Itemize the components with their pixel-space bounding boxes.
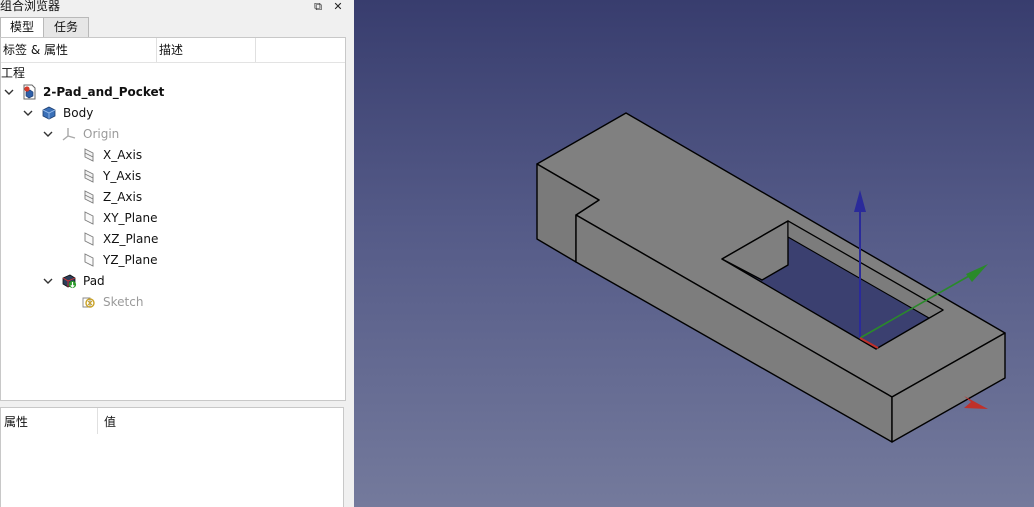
axis-icon bbox=[84, 169, 94, 183]
tree-item-y-axis[interactable]: Y_Axis bbox=[1, 166, 345, 187]
tree-item-label: Body bbox=[63, 106, 94, 120]
tree-header: 标签 & 属性 描述 bbox=[1, 38, 345, 63]
chevron-down-icon[interactable] bbox=[42, 128, 54, 140]
combo-view-panel: 组合浏览器 ⧉ ✕ 模型 任务 标签 & 属性 描述 工程 2-Pad_and_… bbox=[0, 0, 350, 507]
y-axis-arrow-icon bbox=[966, 264, 988, 282]
tree-item-label: Sketch bbox=[103, 295, 144, 309]
tree-item-label: X_Axis bbox=[103, 148, 143, 162]
tree-item-xz-plane[interactable]: XZ_Plane bbox=[1, 229, 345, 250]
tree-item-body[interactable]: Body bbox=[1, 103, 345, 124]
tree-item-x-axis[interactable]: X_Axis bbox=[1, 145, 345, 166]
tree-item-label: Pad bbox=[83, 274, 105, 288]
tree-item-document[interactable]: 2-Pad_and_Pocket bbox=[1, 82, 345, 103]
model-tree: 标签 & 属性 描述 工程 2-Pad_and_Pocket Body Orig… bbox=[0, 37, 346, 401]
origin-icon bbox=[62, 128, 76, 141]
panel-splitter[interactable] bbox=[0, 402, 346, 406]
tree-item-z-axis[interactable]: Z_Axis bbox=[1, 187, 345, 208]
plane-icon bbox=[84, 253, 94, 267]
combo-view-titlebar: 组合浏览器 ⧉ ✕ bbox=[0, 0, 350, 17]
freecad-window: 组合浏览器 ⧉ ✕ 模型 任务 标签 & 属性 描述 工程 2-Pad_and_… bbox=[0, 0, 1034, 507]
tab-model[interactable]: 模型 bbox=[0, 17, 44, 38]
property-view: 属性 值 bbox=[0, 407, 344, 507]
tree-section-label: 工程 bbox=[1, 66, 26, 80]
tree-item-label: 2-Pad_and_Pocket bbox=[43, 85, 165, 99]
tab-tasks[interactable]: 任务 bbox=[43, 17, 89, 37]
tree-header-description[interactable]: 描述 bbox=[157, 38, 256, 62]
sketch-icon bbox=[82, 297, 95, 308]
tree-item-label: Origin bbox=[83, 127, 120, 141]
z-axis-arrow-icon bbox=[854, 190, 866, 212]
axis-icon bbox=[84, 190, 94, 204]
tree-item-label: Z_Axis bbox=[103, 190, 143, 204]
tree-item-label: Y_Axis bbox=[103, 169, 142, 183]
combo-view-tabs: 模型 任务 bbox=[0, 17, 350, 38]
document-part-icon bbox=[23, 84, 36, 100]
tree-item-sketch[interactable]: Sketch bbox=[1, 292, 345, 313]
tree-item-xy-plane[interactable]: XY_Plane bbox=[1, 208, 345, 229]
tree-item-label: XY_Plane bbox=[103, 211, 158, 225]
property-header-value[interactable]: 值 bbox=[101, 408, 224, 434]
tree-item-yz-plane[interactable]: YZ_Plane bbox=[1, 250, 345, 271]
property-header-name[interactable]: 属性 bbox=[1, 408, 98, 434]
tree-item-label: XZ_Plane bbox=[103, 232, 159, 246]
tree-item-label: YZ_Plane bbox=[103, 253, 158, 267]
axis-icon bbox=[84, 148, 94, 162]
body-icon bbox=[42, 106, 56, 120]
3d-viewport[interactable] bbox=[354, 0, 1034, 507]
chevron-down-icon[interactable] bbox=[3, 86, 15, 98]
plane-icon bbox=[84, 232, 94, 246]
plane-icon bbox=[84, 211, 94, 225]
combo-view-title: 组合浏览器 bbox=[0, 0, 61, 13]
3d-scene[interactable] bbox=[354, 0, 1034, 507]
tree-item-origin[interactable]: Origin bbox=[1, 124, 345, 145]
tree-header-label[interactable]: 标签 & 属性 bbox=[1, 38, 157, 62]
pad-icon bbox=[62, 274, 77, 289]
x-axis-arrow-icon bbox=[964, 396, 988, 409]
tree-item-pad[interactable]: Pad bbox=[1, 271, 345, 292]
close-panel-icon[interactable]: ✕ bbox=[331, 0, 345, 14]
float-panel-icon[interactable]: ⧉ bbox=[311, 0, 325, 14]
chevron-down-icon[interactable] bbox=[42, 275, 54, 287]
chevron-down-icon[interactable] bbox=[22, 107, 34, 119]
